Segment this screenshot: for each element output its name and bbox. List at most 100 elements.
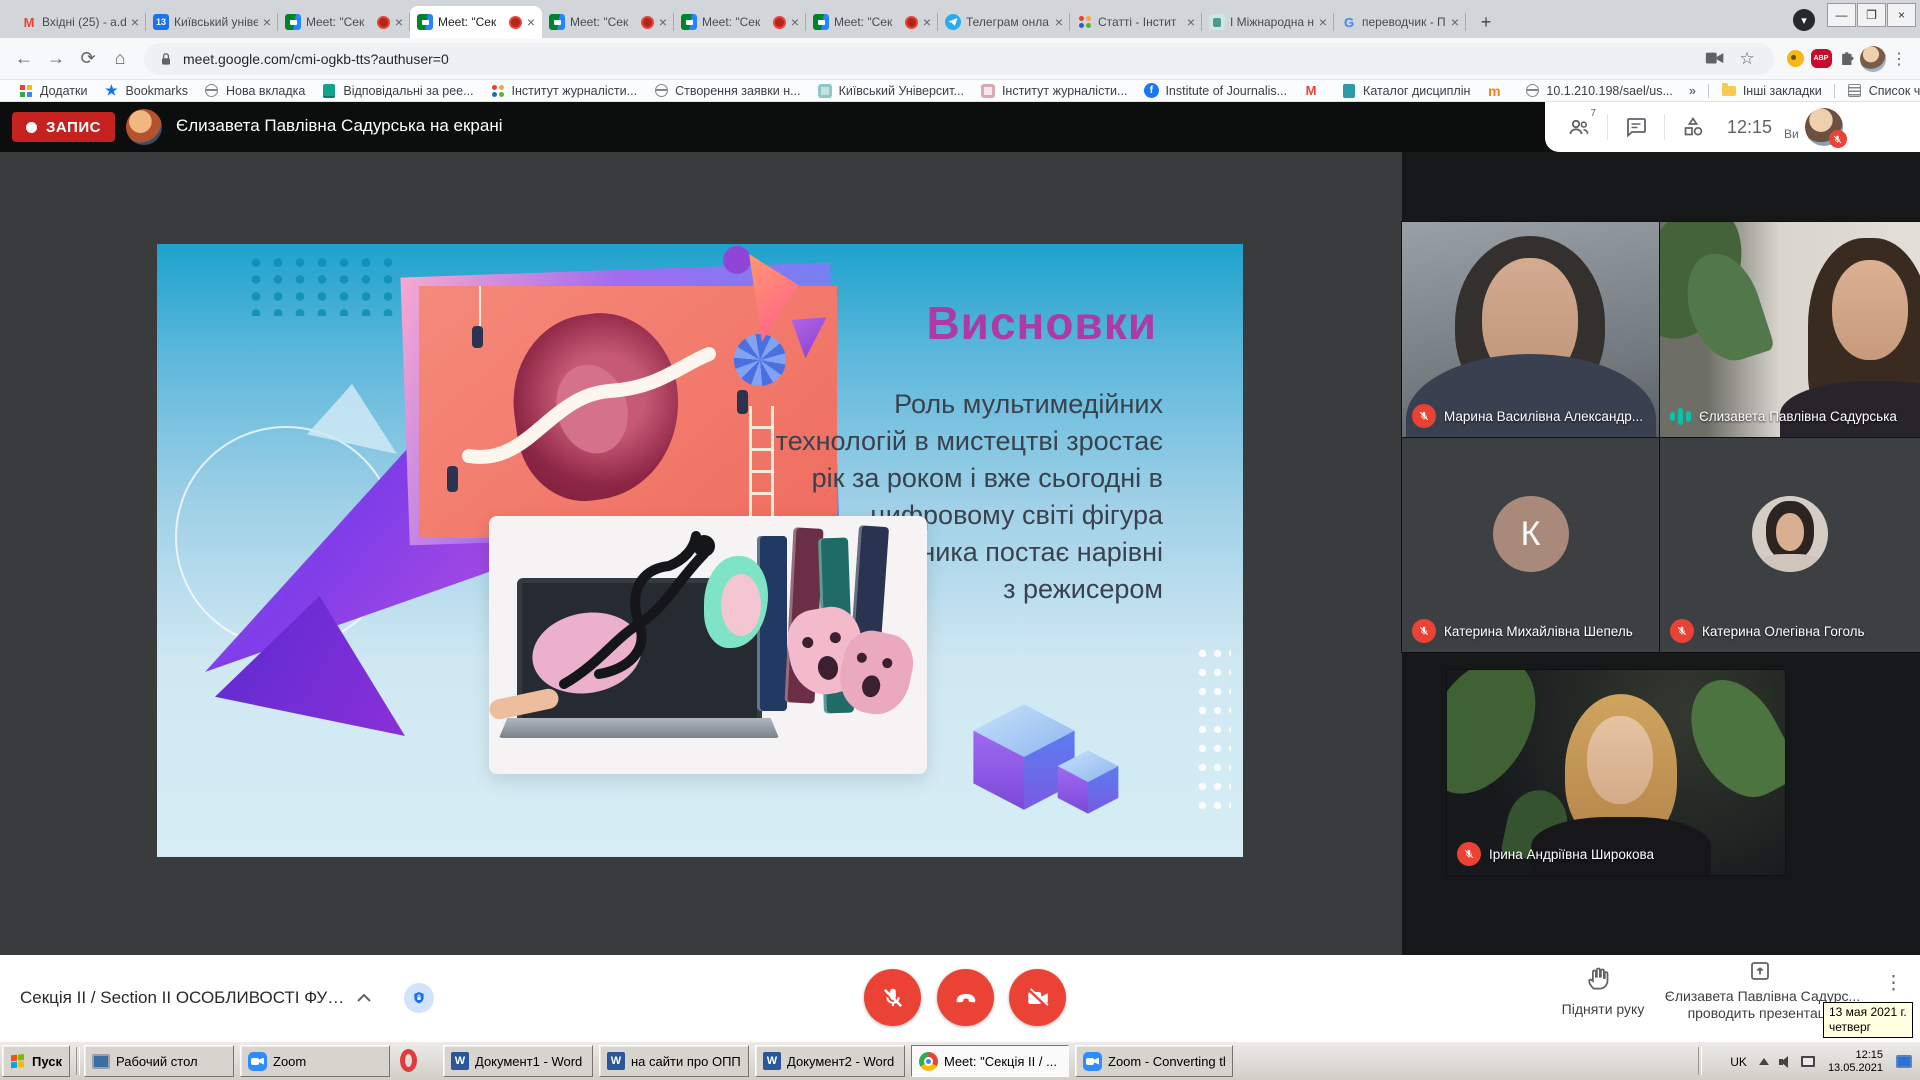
bookmark-newtab[interactable]: Нова вкладка (196, 83, 313, 99)
participant-tile[interactable]: Ірина Андріївна Широкова (1447, 670, 1785, 875)
task-label: Рабочий стол (116, 1054, 198, 1069)
meeting-safety-shield-icon[interactable] (404, 983, 434, 1013)
back-icon[interactable]: ← (8, 48, 40, 69)
hidden-icons-arrow[interactable] (1759, 1058, 1769, 1065)
bookmark-ip[interactable]: 10.1.210.198/sael/us... (1516, 83, 1680, 99)
bookmark-apps[interactable]: Додатки (10, 83, 95, 99)
more-options-icon[interactable]: ⋮ (1884, 972, 1903, 995)
participant-name: Марина Василівна Александр... (1444, 409, 1643, 424)
tab-meet-1[interactable]: Meet: "Сек × (278, 6, 410, 38)
url-text[interactable]: meet.google.com/cmi-ogkb-tts?authuser=0 (183, 51, 1696, 67)
participant-tile[interactable]: Катерина Олегівна Гоголь (1660, 438, 1920, 652)
tab-meet-2[interactable]: Meet: "Сек × (542, 6, 674, 38)
bookmark-moodle[interactable]: m (1478, 83, 1516, 99)
taskbar-opera-button[interactable] (400, 1049, 417, 1072)
taskbar-word1-button[interactable]: W Документ1 - Word (443, 1045, 593, 1077)
close-icon[interactable]: × (263, 15, 271, 29)
participant-name: Катерина Михайлівна Шепель (1444, 624, 1633, 639)
taskbar-zoom-converting-button[interactable]: Zoom - Converting th... (1075, 1045, 1233, 1077)
chat-icon[interactable] (1616, 115, 1656, 139)
tab-calendar[interactable]: 13 Київський уніве × (146, 6, 278, 38)
close-icon[interactable]: × (1055, 15, 1063, 29)
new-tab-button[interactable]: + (1472, 8, 1500, 36)
divider (1708, 84, 1709, 98)
self-avatar[interactable] (1805, 108, 1843, 146)
bookmark-university[interactable]: Київський Університ... (809, 83, 972, 99)
participant-tile[interactable]: Єлизавета Павлівна Садурська (1660, 222, 1920, 437)
profile-avatar[interactable] (1860, 46, 1886, 72)
extension-duck-icon[interactable] (1782, 50, 1808, 67)
minimize-button[interactable]: — (1827, 3, 1856, 27)
close-icon[interactable]: × (923, 15, 931, 29)
taskbar-word3-button[interactable]: W Документ2 - Word (755, 1045, 905, 1077)
close-icon[interactable]: × (791, 15, 799, 29)
browser-menu-icon[interactable]: ⋮ (1886, 49, 1912, 69)
close-icon[interactable]: × (131, 15, 139, 29)
bookmark-facebook[interactable]: fInstitute of Journalis... (1135, 83, 1295, 99)
close-icon[interactable]: × (527, 15, 535, 29)
tab-meet-4[interactable]: Meet: "Сек × (806, 6, 938, 38)
tab-joomla[interactable]: Статті - Інстит × (1070, 6, 1202, 38)
close-icon[interactable]: × (1451, 15, 1459, 29)
close-icon[interactable]: × (1187, 15, 1195, 29)
emblem-icon (980, 83, 996, 99)
bookmark-catalog[interactable]: Каталог дисциплін (1333, 83, 1478, 99)
adblock-icon[interactable]: ABP (1808, 49, 1834, 68)
bookmark-application[interactable]: Створення заявки н... (645, 83, 809, 99)
bookmark-institute-2[interactable]: Інститут журналісти... (972, 83, 1136, 99)
bookmark-bookmarks[interactable]: ★Bookmarks (95, 83, 196, 99)
other-bookmarks-button[interactable]: Інші закладки (1713, 83, 1830, 99)
volume-icon[interactable] (1779, 1056, 1791, 1068)
tab-translator[interactable]: G переводчик - П × (1334, 6, 1466, 38)
close-icon[interactable]: × (1319, 15, 1327, 29)
participants-icon[interactable]: 7 (1559, 115, 1599, 139)
zoom-icon (1083, 1052, 1102, 1071)
activities-icon[interactable] (1673, 115, 1713, 139)
tiny-figure (447, 466, 458, 492)
forward-icon[interactable]: → (40, 48, 72, 69)
participant-tile[interactable]: К Катерина Михайлівна Шепель (1402, 438, 1659, 652)
participant-photo-avatar (1752, 496, 1828, 572)
bookmark-responsible[interactable]: Відповідальні за рее... (313, 83, 481, 99)
mic-off-icon (1412, 404, 1436, 428)
bookmark-institute-1[interactable]: Інститут журналісти... (482, 83, 646, 99)
camera-in-use-icon[interactable] (1705, 51, 1725, 66)
taskbar-zoom-button[interactable]: Zoom (240, 1045, 390, 1077)
camera-toggle-button[interactable] (1009, 969, 1066, 1026)
display-status-icon[interactable] (1896, 1055, 1912, 1068)
chevron-up-icon[interactable] (356, 993, 372, 1003)
mic-toggle-button[interactable] (864, 969, 921, 1026)
raise-hand-icon[interactable] (1583, 962, 1613, 994)
taskbar-desktop-button[interactable]: Рабочий стол (84, 1045, 234, 1077)
extensions-puzzle-icon[interactable] (1834, 50, 1860, 68)
participant-name-row: Марина Василівна Александр... (1412, 404, 1643, 428)
tray-clock[interactable]: 12:15 13.05.2021 (1828, 1049, 1883, 1075)
tab-search-button[interactable]: ▾ (1793, 9, 1815, 31)
restore-button[interactable]: ❐ (1857, 3, 1886, 27)
facebook-icon: f (1143, 83, 1159, 99)
reading-list-button[interactable]: Список читання (1839, 83, 1920, 99)
taskbar-meet-button[interactable]: Meet: "Секція II / ... (911, 1045, 1069, 1077)
tab-gmail[interactable]: M Вхідні (25) - a.d × (14, 6, 146, 38)
close-icon[interactable]: × (659, 15, 667, 29)
reload-icon[interactable]: ⟳ (72, 48, 104, 69)
start-button[interactable]: Пуск (2, 1045, 70, 1077)
taskbar-word2-button[interactable]: W на сайти про ОПП - ... (599, 1045, 749, 1077)
tooltip-date: 13 мая 2021 г. (1829, 1005, 1907, 1020)
bookmarks-overflow-button[interactable]: » (1681, 84, 1704, 98)
hang-up-button[interactable] (937, 969, 994, 1026)
close-window-button[interactable]: × (1887, 3, 1916, 27)
tab-meet-3[interactable]: Meet: "Сек × (674, 6, 806, 38)
tab-meet-active[interactable]: Meet: "Сек × (410, 6, 542, 38)
bookmark-star-icon[interactable]: ☆ (1734, 49, 1760, 69)
tab-telegram[interactable]: Телеграм онла × (938, 6, 1070, 38)
bookmark-gmail[interactable]: M (1295, 83, 1333, 99)
language-indicator[interactable]: UK (1730, 1055, 1747, 1069)
close-icon[interactable]: × (395, 15, 403, 29)
tab-conference[interactable]: І Міжнародна н × (1202, 6, 1334, 38)
home-icon[interactable]: ⌂ (104, 48, 136, 69)
participant-tile[interactable]: Марина Василівна Александр... (1402, 222, 1659, 437)
network-icon[interactable] (1801, 1056, 1815, 1067)
raise-hand-label[interactable]: Підняти руку (1548, 1001, 1658, 1017)
address-bar[interactable]: meet.google.com/cmi-ogkb-tts?authuser=0 … (144, 43, 1774, 75)
